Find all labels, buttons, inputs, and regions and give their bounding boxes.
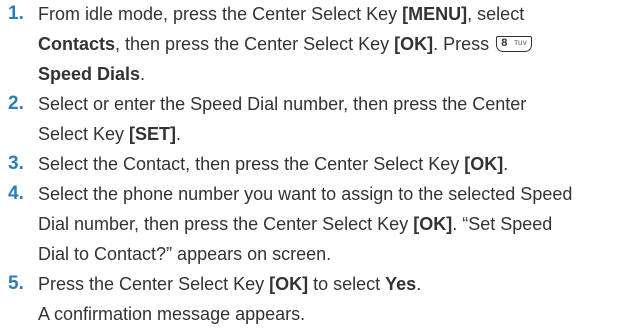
step-5: 5. Press the Center Select Key [OK] to se…: [0, 269, 639, 329]
bold-term: [MENU]: [402, 4, 468, 24]
step-text: .: [416, 274, 422, 294]
instruction-steps: 1. From idle mode, press the Center Selec…: [0, 0, 639, 329]
step-text: , then press the Center Select Key: [115, 34, 395, 54]
step-text: From idle mode, press the Center Select …: [38, 4, 403, 24]
step-text: Dial to Contact?” appears on screen.: [38, 244, 332, 264]
bold-term: [OK]: [464, 154, 504, 174]
step-1: 1. From idle mode, press the Center Selec…: [0, 0, 639, 89]
bold-term: [OK]: [413, 214, 453, 234]
step-number: 3.: [8, 153, 24, 174]
step-4: 4. Select the phone number you want to as…: [0, 179, 639, 269]
step-text: to select: [308, 274, 386, 294]
bold-term: Speed Dials: [38, 64, 141, 84]
step-text: Select Key: [38, 124, 130, 144]
keypad-key-icon: 8 TUV: [496, 36, 533, 52]
key-digit: 8: [501, 37, 508, 49]
step-text: Press the Center Select Key: [38, 274, 270, 294]
step-text: . “Set Speed: [452, 214, 553, 234]
step-text: Select or enter the Speed Dial number, t…: [38, 94, 527, 114]
bold-term: Contacts: [38, 34, 116, 54]
step-text: Select the Contact, then press the Cente…: [38, 154, 465, 174]
step-2: 2. Select or enter the Speed Dial number,…: [0, 89, 639, 149]
step-number: 1.: [8, 3, 24, 24]
step-text: Dial number, then press the Center Selec…: [38, 214, 414, 234]
step-text: A confirmation message appears.: [38, 304, 306, 324]
step-text: Select the phone number you want to assi…: [38, 184, 573, 204]
step-text: . Press: [433, 34, 495, 54]
key-letters: TUV: [514, 41, 528, 47]
bold-term: [OK]: [394, 34, 434, 54]
step-text: .: [503, 154, 509, 174]
step-number: 2.: [8, 93, 24, 114]
step-number: 5.: [8, 273, 24, 294]
bold-term: [OK]: [269, 274, 309, 294]
step-number: 4.: [8, 183, 24, 204]
bold-term: [SET]: [129, 124, 177, 144]
step-text: , select: [467, 4, 525, 24]
step-text: .: [176, 124, 182, 144]
bold-term: Yes: [385, 274, 417, 294]
step-text: .: [140, 64, 146, 84]
step-3: 3. Select the Contact, then press the Cen…: [0, 149, 639, 179]
